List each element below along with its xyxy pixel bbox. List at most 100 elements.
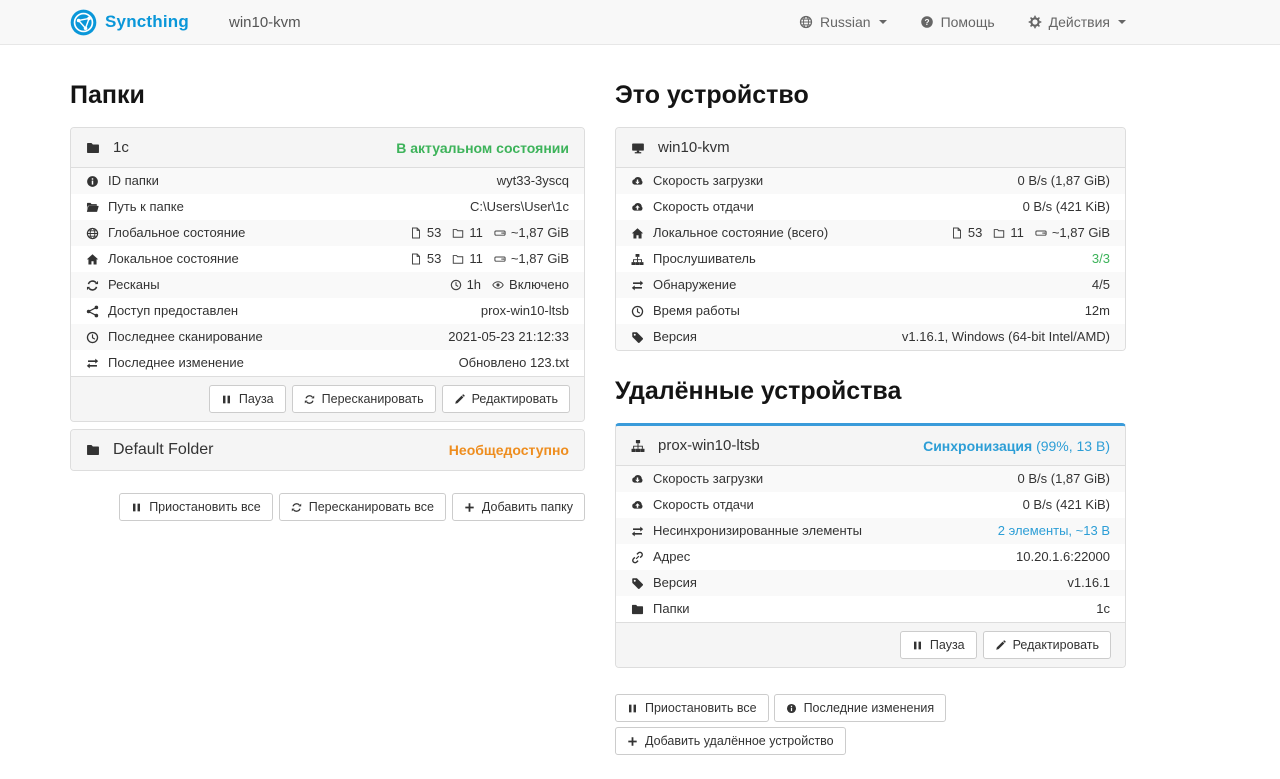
globe-icon bbox=[799, 15, 813, 29]
table-row: Версия v1.16.1 bbox=[616, 570, 1125, 596]
row-value: v1.16.1 bbox=[1067, 575, 1110, 591]
row-label: Скорость загрузки bbox=[653, 173, 763, 189]
table-row: Обнаружение 4/5 bbox=[616, 272, 1125, 298]
row-value: 0 B/s (1,87 GiB) bbox=[1018, 173, 1110, 189]
pause-all-button[interactable]: Приостановить все bbox=[119, 493, 273, 521]
row-label: Доступ предоставлен bbox=[108, 303, 238, 319]
clock-icon bbox=[631, 305, 644, 318]
folder-outline-icon bbox=[993, 227, 1005, 239]
pencil-icon bbox=[995, 640, 1006, 651]
table-row: Глобальное состояние 53 11 ~1,87 GiB bbox=[71, 220, 584, 246]
row-value: 4/5 bbox=[1092, 277, 1110, 293]
watch-status: Включено bbox=[509, 277, 569, 293]
table-row: ID папки wyt33-3yscq bbox=[71, 168, 584, 194]
table-row: Путь к папке C:\Users\User\1c bbox=[71, 194, 584, 220]
table-row: Скорость загрузки 0 B/s (1,87 GiB) bbox=[616, 168, 1125, 194]
folder-panel-header[interactable]: 1c В актуальном состоянии bbox=[71, 128, 584, 168]
table-row: Прослушиватель 3/3 bbox=[616, 246, 1125, 272]
device-panel-header[interactable]: win10-kvm bbox=[616, 128, 1125, 168]
files-count: 53 bbox=[427, 251, 441, 267]
recent-changes-button[interactable]: Последние изменения bbox=[774, 694, 947, 722]
brand-link[interactable]: Syncthing bbox=[70, 9, 189, 36]
row-value: 1c bbox=[1096, 601, 1110, 617]
files-count: 53 bbox=[968, 225, 982, 241]
dirs-count: 11 bbox=[469, 225, 483, 241]
syncthing-logo bbox=[70, 9, 97, 36]
row-value: 0 B/s (421 KiB) bbox=[1023, 199, 1110, 215]
row-label: Несинхронизированные элементы bbox=[653, 523, 862, 539]
cloud-upload-icon bbox=[631, 201, 644, 214]
tag-icon bbox=[631, 577, 644, 590]
row-label: Глобальное состояние bbox=[108, 225, 245, 241]
remote-panel-header[interactable]: prox-win10-ltsb Синхронизация (99%, 13 B… bbox=[616, 426, 1125, 466]
edit-button[interactable]: Редактировать bbox=[442, 385, 570, 413]
cloud-upload-icon bbox=[631, 499, 644, 512]
row-value: 0 B/s (1,87 GiB) bbox=[1018, 471, 1110, 487]
folder-panel-header[interactable]: Default Folder Необщедоступно bbox=[71, 430, 584, 470]
navbar: Syncthing win10-kvm Russian Помощь Дейст… bbox=[0, 0, 1280, 45]
table-row: Локальное состояние 53 11 ~1,87 GiB bbox=[71, 246, 584, 272]
clock-icon bbox=[450, 279, 462, 291]
tag-icon bbox=[631, 331, 644, 344]
add-remote-device-button[interactable]: Добавить удалённое устройство bbox=[615, 727, 846, 755]
pencil-icon bbox=[454, 394, 465, 405]
info-icon bbox=[86, 175, 99, 188]
row-label: Версия bbox=[653, 329, 697, 345]
table-row: Ресканы 1h Включено bbox=[71, 272, 584, 298]
pause-all-devices-button[interactable]: Приостановить все bbox=[615, 694, 769, 722]
folder-outline-icon bbox=[452, 227, 464, 239]
pause-button[interactable]: Пауза bbox=[209, 385, 286, 413]
row-value: prox-win10-ltsb bbox=[481, 303, 569, 319]
plus-icon bbox=[464, 502, 475, 513]
remote-devices-heading: Удалённые устройства bbox=[615, 377, 1126, 406]
folder-name: 1c bbox=[113, 139, 129, 156]
add-folder-button[interactable]: Добавить папку bbox=[452, 493, 585, 521]
language-menu[interactable]: Russian bbox=[799, 14, 887, 30]
out-of-sync-link[interactable]: 2 элементы, ~13 B bbox=[998, 523, 1110, 539]
row-value: 3/3 bbox=[1092, 251, 1110, 267]
pause-button[interactable]: Пауза bbox=[900, 631, 977, 659]
rescan-all-button[interactable]: Пересканировать все bbox=[279, 493, 446, 521]
eye-icon bbox=[492, 279, 504, 291]
pause-icon bbox=[912, 640, 923, 651]
question-icon bbox=[920, 15, 934, 29]
sitemap-icon bbox=[631, 253, 644, 266]
row-label: Локальное состояние (всего) bbox=[653, 225, 828, 241]
rescan-interval: 1h bbox=[467, 277, 481, 293]
file-icon bbox=[951, 227, 963, 239]
hdd-icon bbox=[494, 227, 506, 239]
share-icon bbox=[86, 305, 99, 318]
this-device-panel: win10-kvm Скорость загрузки 0 B/s (1,87 … bbox=[615, 127, 1126, 351]
help-menu[interactable]: Помощь bbox=[920, 14, 995, 30]
folder-status-badge: Необщедоступно bbox=[449, 442, 569, 458]
brand-name: Syncthing bbox=[105, 12, 189, 32]
row-label: Локальное состояние bbox=[108, 251, 239, 267]
pause-icon bbox=[131, 502, 142, 513]
row-value: 0 B/s (421 KiB) bbox=[1023, 497, 1110, 513]
actions-label: Действия bbox=[1049, 14, 1110, 30]
row-value: wyt33-3yscq bbox=[497, 173, 569, 189]
row-label: Прослушиватель bbox=[653, 251, 756, 267]
row-label: Версия bbox=[653, 575, 697, 591]
actions-menu[interactable]: Действия bbox=[1028, 14, 1126, 30]
folder-panel-default: Default Folder Необщедоступно bbox=[70, 429, 585, 471]
table-row: Локальное состояние (всего) 53 11 ~1,87 … bbox=[616, 220, 1125, 246]
table-row: Скорость отдачи 0 B/s (421 KiB) bbox=[616, 194, 1125, 220]
row-label: Скорость отдачи bbox=[653, 199, 754, 215]
this-device-heading: Это устройство bbox=[615, 81, 1126, 110]
row-label: Путь к папке bbox=[108, 199, 184, 215]
row-value: 2021-05-23 21:12:33 bbox=[448, 329, 569, 345]
row-label: Папки bbox=[653, 601, 690, 617]
edit-button[interactable]: Редактировать bbox=[983, 631, 1111, 659]
folder-icon bbox=[86, 443, 100, 457]
row-label: Скорость отдачи bbox=[653, 497, 754, 513]
refresh-icon bbox=[304, 394, 315, 405]
gear-icon bbox=[1028, 15, 1042, 29]
folder-icon bbox=[86, 141, 100, 155]
hdd-icon bbox=[494, 253, 506, 265]
language-label: Russian bbox=[820, 14, 871, 30]
size-value: ~1,87 GiB bbox=[1052, 225, 1110, 241]
globe-icon bbox=[86, 227, 99, 240]
rescan-button[interactable]: Пересканировать bbox=[292, 385, 436, 413]
device-title: win10-kvm bbox=[229, 14, 301, 31]
